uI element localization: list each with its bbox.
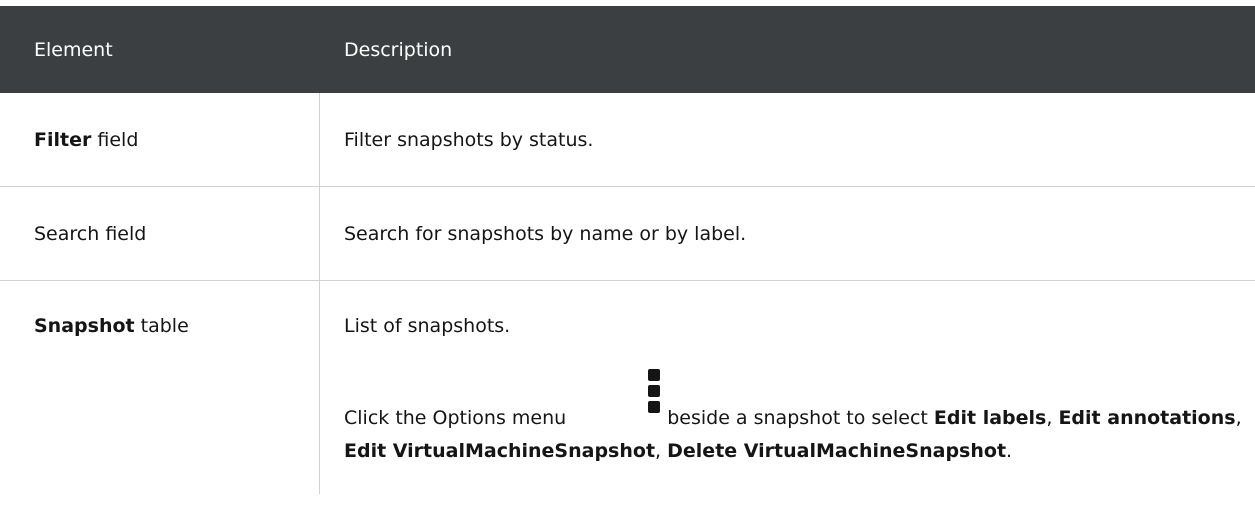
options-instructions: Click the Options menu beside a snapshot… bbox=[344, 407, 1242, 462]
menu-item-delete-snapshot: Delete VirtualMachineSnapshot bbox=[667, 440, 1007, 462]
menu-item-edit-snapshot: Edit VirtualMachineSnapshot bbox=[344, 440, 656, 462]
description-cell: Search for snapshots by name or by label… bbox=[344, 222, 747, 245]
element-suffix: table bbox=[134, 315, 189, 337]
description-cell: List of snapshots. Click the Options men… bbox=[320, 281, 1255, 494]
header-element: Element bbox=[34, 38, 113, 61]
menu-item-edit-annotations: Edit annotations bbox=[1058, 407, 1236, 429]
table-row: Filter field Filter snapshots by status. bbox=[0, 93, 1255, 187]
table-row: Snapshot table List of snapshots. Click … bbox=[0, 281, 1255, 494]
elements-table: Element Description Filter field Filter … bbox=[0, 6, 1255, 494]
menu-item-edit-labels: Edit labels bbox=[933, 407, 1047, 429]
element-cell: Filter field bbox=[0, 93, 320, 186]
description-text: List of snapshots. bbox=[344, 315, 511, 337]
table-header: Element Description bbox=[0, 6, 1255, 93]
element-name: Filter bbox=[34, 128, 92, 151]
element-cell: Search field bbox=[0, 187, 320, 280]
table-row: Search field Search for snapshots by nam… bbox=[0, 187, 1255, 281]
description-cell: Filter snapshots by status. bbox=[344, 128, 594, 151]
element-suffix: field bbox=[91, 128, 139, 151]
element-name: Search field bbox=[34, 222, 147, 245]
element-cell: Snapshot table bbox=[0, 281, 320, 494]
header-description: Description bbox=[344, 38, 453, 61]
element-name: Snapshot bbox=[34, 315, 135, 337]
